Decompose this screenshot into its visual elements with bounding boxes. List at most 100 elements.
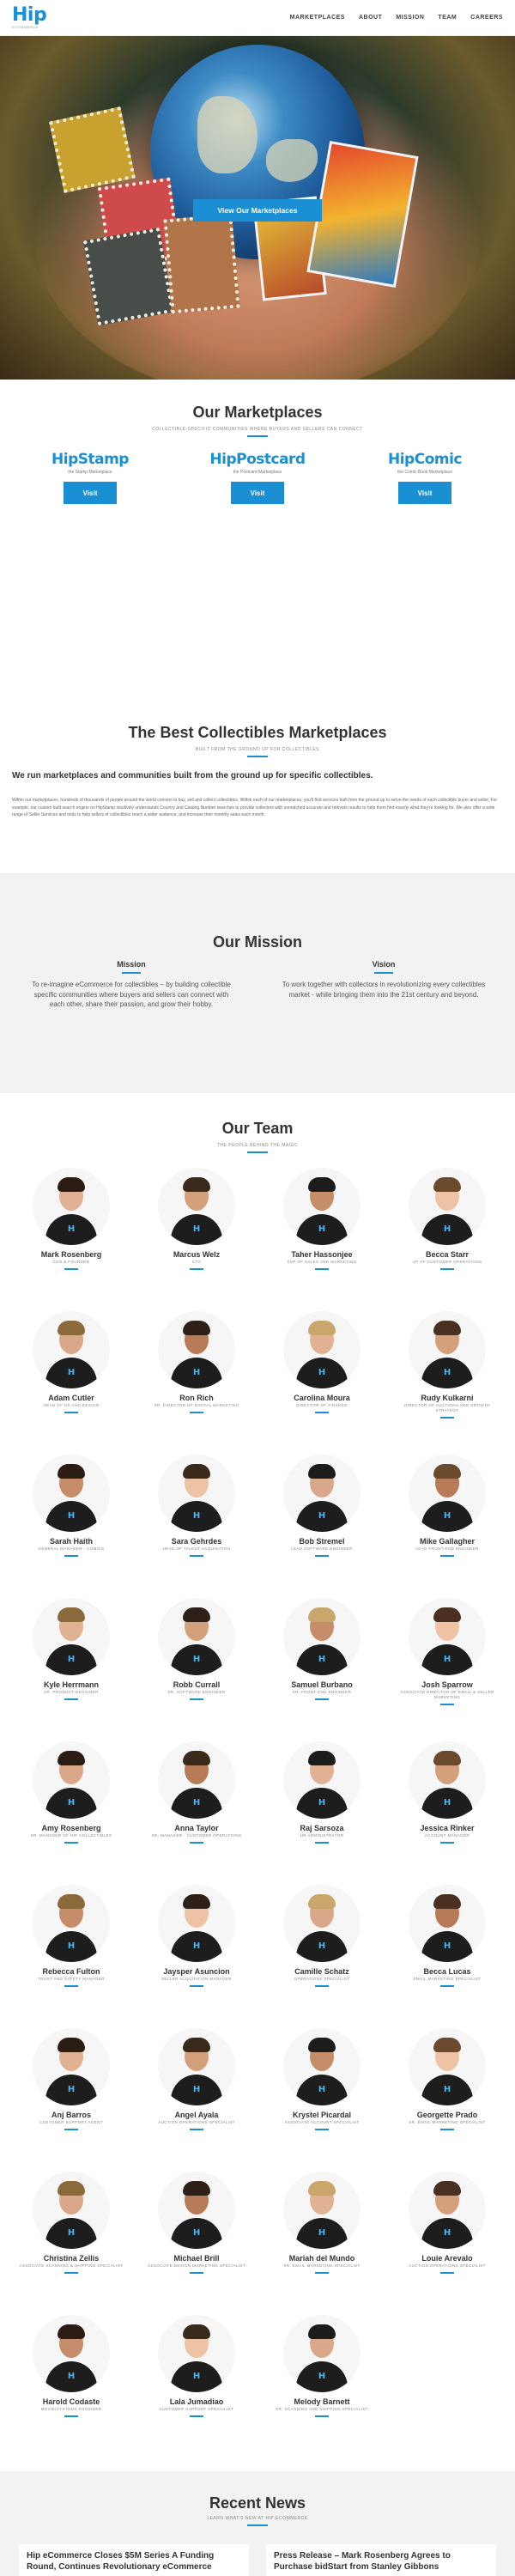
marketplace-list: HipStamp the Stamp Marketplace Visit Hip… bbox=[0, 451, 515, 519]
team-member-photo: H bbox=[409, 1885, 486, 1962]
marketplace-hipcomic: HipComic the Comic Book Marketplace Visi… bbox=[356, 451, 494, 504]
team-member-photo: H bbox=[283, 1598, 360, 1675]
team-member: H Anna Taylor SR. MANAGER - CUSTOMER OPERA… bbox=[132, 1741, 261, 1844]
news-title-link[interactable]: Press Release – Mark Rosenberg Agrees to… bbox=[274, 2550, 488, 2573]
team-member-photo: H bbox=[158, 1168, 235, 1245]
nav-team[interactable]: TEAM bbox=[438, 15, 457, 21]
hip-shirt-logo-icon: H bbox=[192, 1368, 201, 1377]
team-member-role: ASSOCIATE DIRECTOR OF EMAIL & SELLER MAR… bbox=[400, 1690, 494, 1699]
team-member-name: Anj Barros bbox=[51, 2111, 91, 2119]
hair-shape bbox=[433, 1464, 461, 1479]
team-member-photo: H bbox=[33, 1168, 110, 1245]
team-member-role: SR. MANAGER OF HIP COLLECTIBLES bbox=[30, 1833, 112, 1838]
member-divider bbox=[315, 1555, 329, 1557]
team-member: H Rudy Kulkarni DIRECTOR OF AUCTIONS AND G… bbox=[383, 1311, 512, 1419]
section-divider bbox=[247, 1151, 268, 1153]
member-divider bbox=[190, 1985, 203, 1987]
logo-text: Hip bbox=[12, 4, 47, 26]
member-divider bbox=[440, 1555, 454, 1557]
team-member-name: Samuel Burbano bbox=[291, 1680, 353, 1689]
team-member: H Rebecca Fulton TRUST AND SAFETY MANAGER bbox=[7, 1885, 136, 1987]
hip-shirt-logo-icon: H bbox=[443, 2085, 451, 2094]
visit-hippostcard-button[interactable]: Visit bbox=[231, 482, 284, 504]
nav-careers[interactable]: CAREERS bbox=[470, 15, 503, 21]
hippostcard-logo[interactable]: HipPostcard bbox=[189, 451, 326, 468]
hair-shape bbox=[308, 1464, 336, 1479]
news-title-link[interactable]: Hip eCommerce Closes $5M Series A Fundin… bbox=[27, 2550, 241, 2573]
nav-mission[interactable]: MISSION bbox=[396, 15, 424, 21]
team-member-name: Bob Stremel bbox=[299, 1537, 345, 1546]
member-divider bbox=[190, 1268, 203, 1270]
postcard-image bbox=[163, 213, 240, 314]
team-member-role: SR. SOFTWARE ENGINEER bbox=[167, 1690, 226, 1694]
team-member-name: Rudy Kulkarni bbox=[421, 1394, 474, 1402]
team-member: H Camille Schatz OPERATIONS SPECIALIST bbox=[258, 1885, 386, 1987]
hip-shirt-logo-icon: H bbox=[67, 1368, 76, 1377]
member-divider bbox=[440, 1268, 454, 1270]
marketplace-desc: the Comic Book Marketplace bbox=[397, 470, 452, 475]
team-member-photo: H bbox=[409, 1455, 486, 1532]
marketplace-hipstamp: HipStamp the Stamp Marketplace Visit bbox=[21, 451, 159, 504]
member-divider bbox=[315, 1268, 329, 1270]
hair-shape bbox=[183, 2038, 210, 2052]
member-divider bbox=[64, 2415, 78, 2417]
team-member-name: Sara Gehrdes bbox=[171, 1537, 222, 1546]
member-divider bbox=[315, 1698, 329, 1700]
team-member-photo: H bbox=[158, 1885, 235, 1962]
hip-logo[interactable]: Hip ECOMMERCE bbox=[12, 4, 47, 29]
member-divider bbox=[440, 1417, 454, 1419]
team-member-photo: H bbox=[33, 2315, 110, 2392]
hipstamp-logo[interactable]: HipStamp bbox=[21, 451, 159, 468]
member-divider bbox=[440, 2272, 454, 2274]
member-divider bbox=[64, 1412, 78, 1413]
team-member-role: SVP OF SALES AND MARKETING bbox=[287, 1260, 357, 1264]
member-divider bbox=[64, 2272, 78, 2274]
team-member: H Amy Rosenberg SR. MANAGER OF HIP COLLECT… bbox=[7, 1741, 136, 1844]
hip-shirt-logo-icon: H bbox=[443, 1941, 451, 1951]
team-member-name: Jessica Rinker bbox=[420, 1824, 475, 1832]
team-member: H Angel Ayala AUCTION OPERATIONS SPECIALIS… bbox=[132, 2028, 261, 2130]
team-member-photo: H bbox=[33, 2028, 110, 2105]
team-member-role: HR ADMINISTRATOR bbox=[300, 1833, 344, 1838]
nav-marketplaces[interactable]: MARKETPLACES bbox=[290, 15, 345, 21]
team-member: H Marcus Welz CTO bbox=[132, 1168, 261, 1270]
team-member-name: Josh Sparrow bbox=[421, 1680, 473, 1689]
team-member: H Mike Gallagher LEAD FRONT-END ENGINEER bbox=[383, 1455, 512, 1557]
news-card[interactable]: Press Release – Mark Rosenberg Agrees to… bbox=[266, 2544, 496, 2576]
team-member: H Carolina Moura DIRECTOR OF FINANCE bbox=[258, 1311, 386, 1413]
hip-shirt-logo-icon: H bbox=[318, 1655, 326, 1664]
team-member: H Becca Starr VP OF CUSTOMER OPERATIONS bbox=[383, 1168, 512, 1270]
team-member-name: Mark Rosenberg bbox=[40, 1250, 102, 1259]
hair-shape bbox=[58, 1894, 85, 1909]
visit-hipcomic-button[interactable]: Visit bbox=[398, 482, 451, 504]
marketplaces-title: Our Marketplaces bbox=[192, 404, 323, 421]
view-marketplaces-button[interactable]: View Our Marketplaces bbox=[193, 199, 322, 222]
team-member-photo: H bbox=[158, 2028, 235, 2105]
team-member: H Mariah del Mundo SR. EMAIL MARKETING SPE… bbox=[258, 2172, 386, 2274]
team-member-name: Camille Schatz bbox=[294, 1967, 349, 1976]
team-member-photo: H bbox=[283, 1168, 360, 1245]
member-divider bbox=[190, 1555, 203, 1557]
nav-about[interactable]: ABOUT bbox=[359, 15, 382, 21]
hair-shape bbox=[308, 1321, 336, 1335]
hip-shirt-logo-icon: H bbox=[318, 1511, 326, 1521]
team-member-photo: H bbox=[283, 2172, 360, 2249]
team-member-role: DIRECTOR OF FINANCE bbox=[296, 1403, 348, 1407]
news-card[interactable]: Hip eCommerce Closes $5M Series A Fundin… bbox=[19, 2544, 249, 2576]
hair-shape bbox=[433, 1177, 461, 1192]
visit-hipstamp-button[interactable]: Visit bbox=[64, 482, 117, 504]
team-member-name: Carolina Moura bbox=[294, 1394, 350, 1402]
hipcomic-logo[interactable]: HipComic bbox=[356, 451, 494, 468]
team-member-role: CEO & FOUNDER bbox=[52, 1260, 90, 1264]
hip-shirt-logo-icon: H bbox=[67, 1941, 76, 1951]
team-member: H Anj Barros CUSTOMER SUPPORT AGENT bbox=[7, 2028, 136, 2130]
team-member-role: ASSOCIATE SCANNING & SHIPPING SPECIALIST bbox=[19, 2263, 124, 2268]
marketplace-hippostcard: HipPostcard the Postcard Marketplace Vis… bbox=[189, 451, 326, 504]
member-divider bbox=[64, 1268, 78, 1270]
section-divider bbox=[247, 756, 268, 757]
team-member-photo: H bbox=[409, 2172, 486, 2249]
team-member-photo: H bbox=[33, 1885, 110, 1962]
team-member-name: Georgette Prado bbox=[416, 2111, 478, 2119]
team-member-role: LEAD FRONT-END ENGINEER bbox=[415, 1546, 479, 1551]
team-title: Our Team bbox=[221, 1120, 294, 1137]
